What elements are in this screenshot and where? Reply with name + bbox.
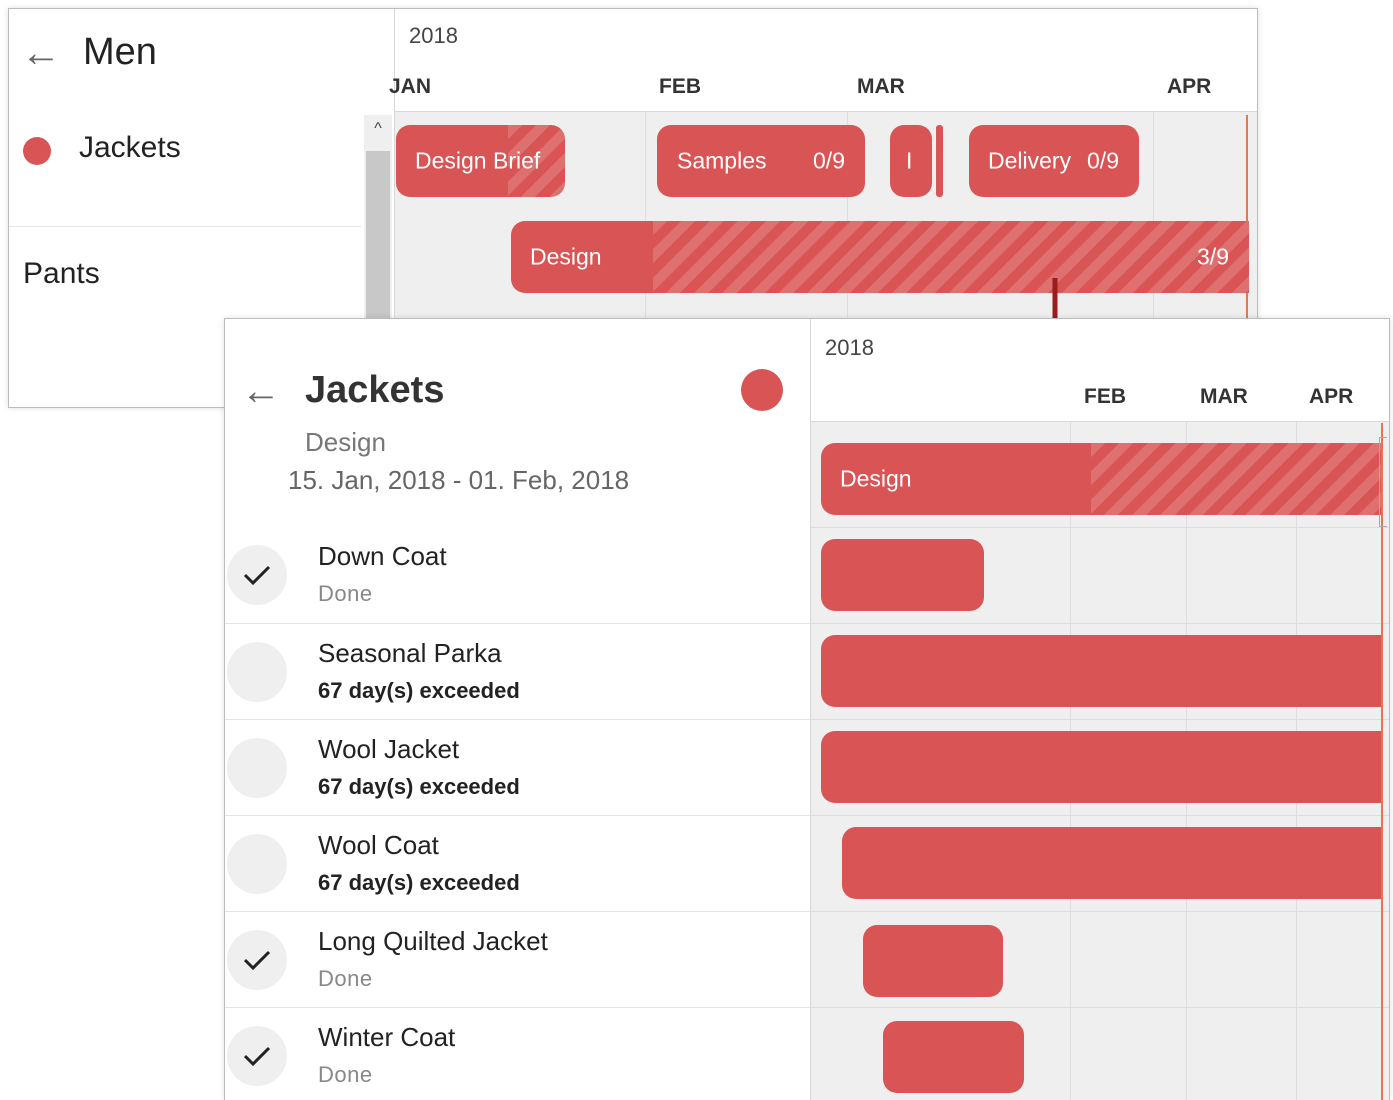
- task-name: Seasonal Parka: [318, 638, 502, 668]
- month-label-apr: APR: [1309, 385, 1354, 408]
- bar-label: Design Brief: [415, 147, 541, 174]
- task-status: Done: [318, 966, 373, 991]
- timeline-header: 2018 FEB MAR APR: [811, 319, 1389, 422]
- chart-scroll-handle[interactable]: [1379, 437, 1387, 527]
- task-status: Done: [318, 1062, 373, 1087]
- task-status: Done: [318, 581, 373, 606]
- row-divider: [811, 623, 1389, 624]
- back-arrow-icon[interactable]: ←: [21, 33, 61, 73]
- task-row-wool-coat[interactable]: Wool Coat 67 day(s) exceeded: [225, 815, 810, 911]
- checkmark-icon: [243, 950, 271, 971]
- task-row-long-quilted-jacket[interactable]: Long Quilted Jacket Done: [225, 911, 810, 1007]
- category-color-dot: [741, 369, 783, 411]
- task-name: Winter Coat: [318, 1022, 456, 1052]
- timeline-year: 2018: [409, 23, 458, 48]
- task-row-down-coat[interactable]: Down Coat Done: [225, 527, 810, 623]
- row-divider: [811, 719, 1389, 720]
- task-bar-seasonal-parka[interactable]: [821, 635, 1381, 707]
- row-divider: [811, 815, 1389, 816]
- small-task-bar[interactable]: I: [890, 125, 932, 197]
- sidebar-item-pants[interactable]: Pants: [23, 257, 100, 291]
- checkmark-icon: [243, 565, 271, 586]
- month-label-feb: FEB: [1084, 385, 1126, 408]
- page-title: Jackets: [305, 369, 445, 411]
- checkbox[interactable]: [227, 1026, 287, 1086]
- row-divider: [811, 527, 1389, 528]
- task-row-wool-jacket[interactable]: Wool Jacket 67 day(s) exceeded: [225, 719, 810, 815]
- scroll-up-icon[interactable]: ^: [364, 115, 392, 143]
- bar-label: Delivery: [988, 147, 1072, 174]
- task-name: Long Quilted Jacket: [318, 926, 548, 956]
- checkbox[interactable]: [227, 930, 287, 990]
- task-name: Wool Jacket: [318, 734, 460, 764]
- task-name: Wool Coat: [318, 830, 439, 860]
- delivery-bar[interactable]: Delivery 0/9: [969, 125, 1139, 197]
- gantt-chart: 2018 FEB MAR APR Design: [811, 319, 1389, 1100]
- design-bar[interactable]: Design 3/9: [511, 221, 1249, 293]
- month-label-feb: FEB: [659, 75, 701, 98]
- page-title: Men: [83, 31, 157, 73]
- checkmark-icon: [243, 1046, 271, 1067]
- task-bar-wool-jacket[interactable]: [821, 731, 1381, 803]
- row-divider: [811, 1007, 1389, 1008]
- task-row-winter-coat[interactable]: Winter Coat Done: [225, 1007, 810, 1100]
- date-range: 15. Jan, 2018 - 01. Feb, 2018: [288, 465, 630, 495]
- task-row-seasonal-parka[interactable]: Seasonal Parka 67 day(s) exceeded: [225, 623, 810, 719]
- checkbox[interactable]: [227, 642, 287, 702]
- month-label-mar: MAR: [857, 75, 905, 98]
- task-status: 67 day(s) exceeded: [318, 678, 520, 703]
- bar-count: 0/9: [813, 147, 845, 174]
- bar-label: Samples: [677, 147, 767, 174]
- timeline-year: 2018: [825, 335, 874, 360]
- checkbox[interactable]: [227, 545, 287, 605]
- task-sidebar: ← Jackets Design 15. Jan, 2018 - 01. Feb…: [225, 319, 811, 1100]
- divider: [9, 226, 361, 227]
- phase-subtitle: Design: [305, 427, 386, 457]
- row-divider: [811, 911, 1389, 912]
- task-bar-wool-coat[interactable]: [842, 827, 1381, 899]
- task-status: 67 day(s) exceeded: [318, 870, 520, 895]
- back-arrow-icon[interactable]: ←: [241, 371, 281, 411]
- bar-label: Design: [840, 465, 912, 492]
- task-bar-long-quilted-jacket[interactable]: [863, 925, 1003, 997]
- design-phase-bar[interactable]: Design: [821, 443, 1381, 515]
- month-label-mar: MAR: [1200, 385, 1248, 408]
- checkbox[interactable]: [227, 834, 287, 894]
- samples-bar[interactable]: Samples 0/9: [657, 125, 865, 197]
- sidebar-item-jackets[interactable]: Jackets: [79, 131, 181, 165]
- bar-count: 3/9: [1197, 243, 1229, 270]
- bar-label: I: [906, 147, 913, 174]
- category-color-dot: [23, 137, 51, 165]
- task-bar-down-coat[interactable]: [821, 539, 984, 611]
- bar-count: 0/9: [1087, 147, 1119, 174]
- checkbox[interactable]: [227, 738, 287, 798]
- month-label-jan: JAN: [389, 75, 432, 98]
- milestone-marker[interactable]: [936, 125, 943, 197]
- design-brief-bar[interactable]: Design Brief: [396, 125, 565, 197]
- task-status: 67 day(s) exceeded: [318, 774, 520, 799]
- bar-label: Design: [530, 243, 602, 270]
- task-bar-winter-coat[interactable]: [883, 1021, 1024, 1093]
- front-panel: ← Jackets Design 15. Jan, 2018 - 01. Feb…: [224, 318, 1390, 1100]
- task-name: Down Coat: [318, 541, 447, 571]
- month-label-apr: APR: [1167, 75, 1212, 98]
- timeline-header: 2018 JAN FEB MAR APR: [389, 9, 1257, 112]
